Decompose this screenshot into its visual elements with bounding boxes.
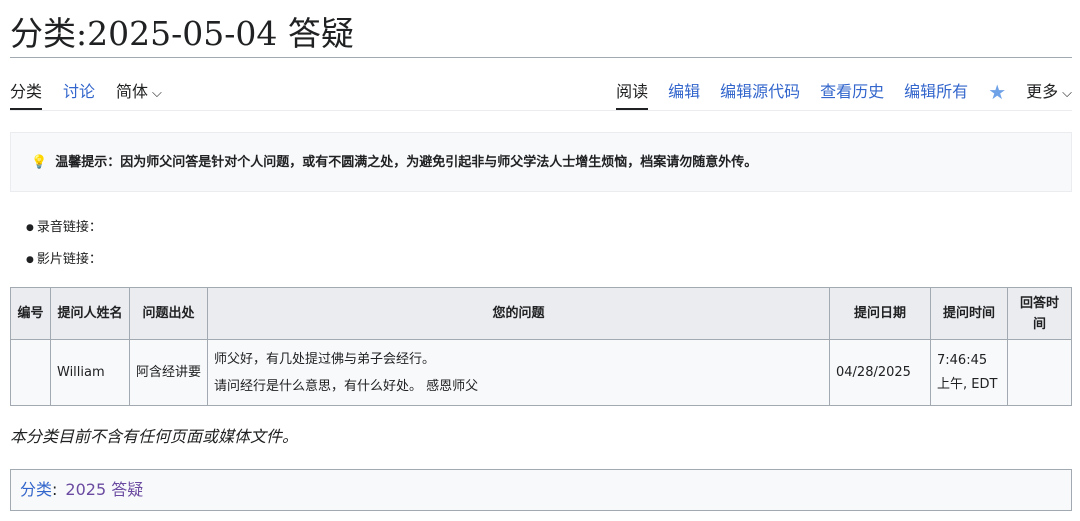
chevron-down-icon: ⌵ <box>1062 86 1072 101</box>
category-link[interactable]: 2025 答疑 <box>65 480 143 499</box>
page-tabs: 分类 讨论 简体 ⌵ 阅读 编辑 编辑源代码 查看历史 编辑所有 ★ 更多 ⌵ <box>10 78 1072 112</box>
tab-discussion[interactable]: 讨论 <box>63 78 95 110</box>
empty-category-note: 本分类目前不含有任何页面或媒体文件。 <box>10 427 299 446</box>
cell-id <box>10 339 51 406</box>
table-header-row: 编号 提问人姓名 问题出处 您的问题 提问日期 提问时间 回答时间 <box>10 287 1072 340</box>
table-row: William 阿含经讲要 师父好，有几处提过佛与弟子会经行。 请问经行是什么意… <box>10 339 1072 406</box>
categories-label-link[interactable]: 分类 <box>20 480 52 499</box>
column-header-name: 提问人姓名 <box>50 287 130 340</box>
tabs-divider <box>10 110 1072 111</box>
tab-category[interactable]: 分类 <box>10 78 43 110</box>
column-header-id: 编号 <box>10 287 51 340</box>
more-dropdown[interactable]: 更多 ⌵ <box>1026 78 1072 110</box>
categories-colon: : <box>52 480 58 499</box>
tab-edit[interactable]: 编辑 <box>668 78 700 110</box>
tab-history[interactable]: 查看历史 <box>820 78 884 110</box>
column-header-time: 提问时间 <box>930 287 1008 340</box>
tab-read[interactable]: 阅读 <box>616 78 649 110</box>
question-line: 请问经行是什么意思，有什么好处。 感恩师父 <box>214 378 479 394</box>
column-header-source: 问题出处 <box>129 287 208 340</box>
star-icon[interactable]: ★ <box>988 78 1006 110</box>
variant-label: 简体 <box>116 82 149 101</box>
chevron-down-icon: ⌵ <box>152 86 162 101</box>
qa-table: 编号 提问人姓名 问题出处 您的问题 提问日期 提问时间 回答时间 Willia… <box>10 287 1072 406</box>
title-divider <box>10 57 1072 58</box>
lightbulb-icon: 💡 <box>31 155 48 170</box>
media-links-list: 录音链接： 影片链接： <box>26 215 102 279</box>
question-line: 师父好，有几处提过佛与弟子会经行。 <box>214 351 436 367</box>
view-tabs: 阅读 编辑 编辑源代码 查看历史 编辑所有 ★ 更多 ⌵ <box>596 78 1072 110</box>
page-title: 分类:2025-05-04 答疑 <box>10 14 354 53</box>
variant-dropdown[interactable]: 简体 ⌵ <box>116 78 162 110</box>
category-links-box: 分类: 2025 答疑 <box>10 469 1072 511</box>
tab-edit-source[interactable]: 编辑源代码 <box>720 78 800 110</box>
cell-question: 师父好，有几处提过佛与弟子会经行。 请问经行是什么意思，有什么好处。 感恩师父 <box>207 339 830 406</box>
cell-date: 04/28/2025 <box>829 339 931 406</box>
cell-name: William <box>50 339 130 406</box>
tab-edit-all[interactable]: 编辑所有 <box>904 78 968 110</box>
column-header-date: 提问日期 <box>829 287 931 340</box>
notice-text: 温馨提示：因为师父问答是针对个人问题，或有不圆满之处，为避免引起非与师父学法人士… <box>55 155 758 170</box>
list-item-video-link: 影片链接： <box>26 247 102 279</box>
list-item-audio-link: 录音链接： <box>26 215 102 247</box>
more-label: 更多 <box>1026 82 1059 101</box>
column-header-answer-time: 回答时间 <box>1007 287 1072 340</box>
cell-source: 阿含经讲要 <box>129 339 208 406</box>
cell-answer-time <box>1007 339 1072 406</box>
namespace-tabs: 分类 讨论 简体 ⌵ <box>10 78 183 110</box>
column-header-question: 您的问题 <box>207 287 830 340</box>
cell-time: 7:46:45 上午, EDT <box>930 339 1008 406</box>
notice-box: 💡 温馨提示：因为师父问答是针对个人问题，或有不圆满之处，为避免引起非与师父学法人… <box>10 132 1072 192</box>
